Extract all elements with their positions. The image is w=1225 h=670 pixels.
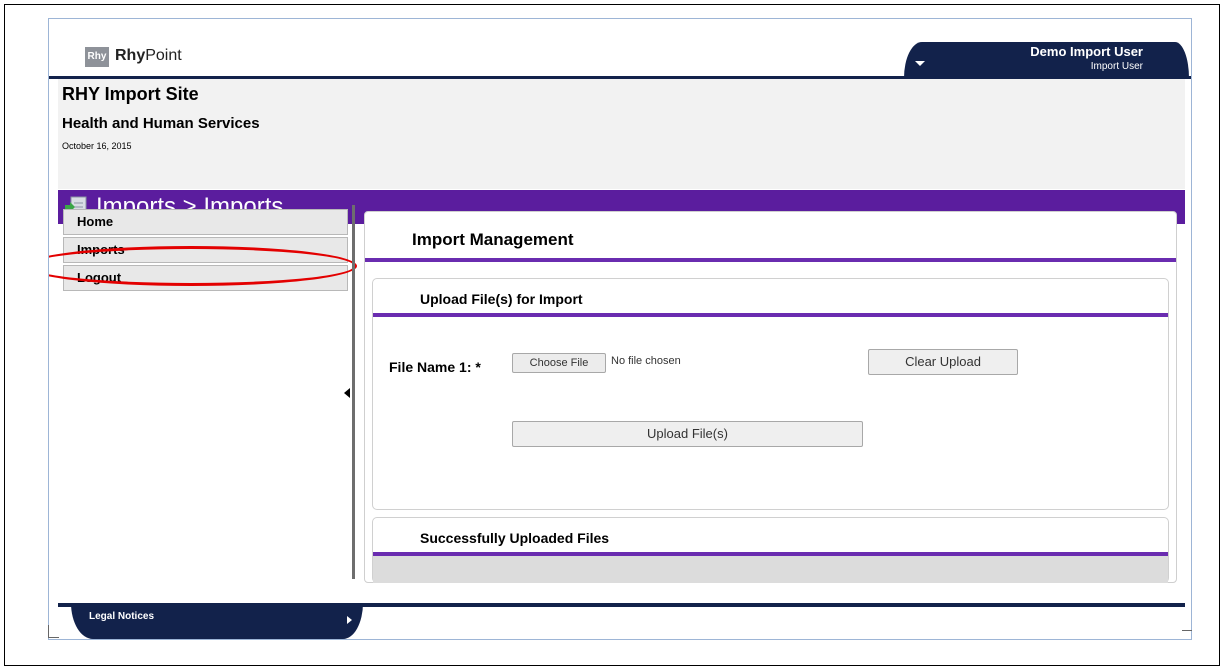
file-name-label: File Name 1: * bbox=[389, 359, 481, 375]
department-name: Health and Human Services bbox=[62, 115, 260, 132]
user-name[interactable]: Demo Import User bbox=[1030, 44, 1143, 59]
chevron-right-icon[interactable] bbox=[347, 616, 352, 624]
collapse-arrow-icon[interactable] bbox=[344, 388, 350, 398]
sidebar-item-logout[interactable]: Logout bbox=[63, 265, 348, 291]
panel-title: Import Management bbox=[412, 230, 574, 249]
clear-upload-button[interactable]: Clear Upload bbox=[868, 349, 1018, 375]
top-bar: Rhy RhyPoint Demo Import User Import Use… bbox=[49, 19, 1191, 79]
import-management-panel: Import Management Upload File(s) for Imp… bbox=[364, 211, 1177, 583]
upload-section-rule bbox=[373, 313, 1168, 317]
caret-down-icon[interactable] bbox=[915, 61, 925, 66]
uploaded-files-list bbox=[373, 556, 1168, 583]
logo-rest-text: Point bbox=[145, 47, 182, 64]
site-title: RHY Import Site bbox=[62, 84, 199, 104]
panel-splitter[interactable] bbox=[352, 205, 355, 579]
panel-title-rule bbox=[365, 258, 1176, 262]
rhypoint-logo-text: RhyPoint bbox=[115, 47, 182, 65]
sidebar-item-imports[interactable]: Imports bbox=[63, 237, 348, 263]
upload-section: Upload File(s) for Import File Name 1: *… bbox=[372, 278, 1169, 510]
app-window: Rhy RhyPoint Demo Import User Import Use… bbox=[48, 18, 1192, 640]
site-header: RHY Import Site Health and Human Service… bbox=[58, 79, 1185, 189]
legal-notices-link[interactable]: Legal Notices bbox=[89, 611, 154, 622]
upload-files-button[interactable]: Upload File(s) bbox=[512, 421, 863, 447]
corner-mark bbox=[48, 625, 59, 638]
upload-section-title: Upload File(s) for Import bbox=[420, 291, 583, 307]
user-role: Import User bbox=[1090, 61, 1143, 72]
choose-file-button[interactable]: Choose File bbox=[512, 353, 606, 373]
current-date: October 16, 2015 bbox=[62, 141, 132, 151]
logo-bold-text: Rhy bbox=[115, 47, 146, 64]
uploaded-files-section: Successfully Uploaded Files bbox=[372, 517, 1169, 583]
uploaded-section-title: Successfully Uploaded Files bbox=[420, 530, 610, 546]
file-status-text: No file chosen bbox=[611, 355, 681, 367]
rhypoint-logo-icon: Rhy bbox=[85, 47, 109, 67]
sidebar-item-home[interactable]: Home bbox=[63, 209, 348, 235]
corner-mark bbox=[1182, 630, 1192, 631]
